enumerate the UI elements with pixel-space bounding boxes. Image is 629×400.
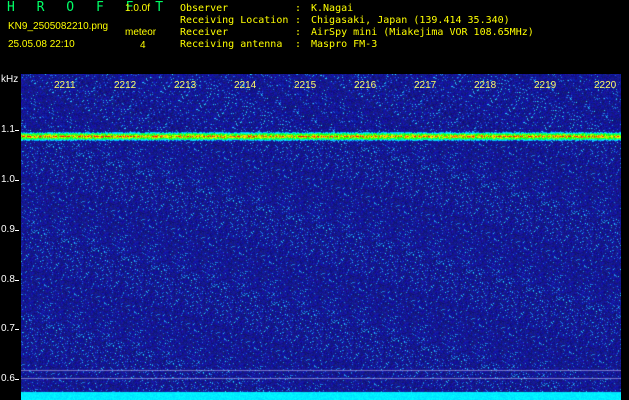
time-label-2211: 2211 <box>54 80 76 91</box>
info-row-location: Receiving Location : Chigasaki, Japan (1… <box>180 15 534 27</box>
right-margin <box>621 74 629 400</box>
y-label-0-9: 0.9 <box>1 224 15 235</box>
unit-label: kHz <box>1 74 19 85</box>
version-label: 1.0.0f <box>125 3 151 14</box>
info-row-receiver: Receiver : AirSpy mini (Miakejima VOR 10… <box>180 27 534 39</box>
time-label-2219: 2219 <box>534 80 557 91</box>
time-label-2212: 2212 <box>114 80 137 91</box>
time-label-2213: 2213 <box>174 80 197 91</box>
time-label-2218: 2218 <box>474 80 497 91</box>
y-tick <box>15 280 19 281</box>
time-label-2217: 2217 <box>414 80 437 91</box>
spectrogram-panel <box>21 74 621 400</box>
count-label: 4 <box>140 40 146 51</box>
y-tick <box>15 180 19 181</box>
info-separator: : <box>295 27 302 38</box>
station-info: Observer : K.Nagai Receiving Location : … <box>180 3 534 51</box>
info-separator: : <box>295 3 302 14</box>
info-row-observer: Observer : K.Nagai <box>180 3 534 15</box>
y-tick <box>15 130 19 131</box>
time-label-2220: 2220 <box>594 80 617 91</box>
mode-label: meteor <box>125 27 157 38</box>
time-label-2214: 2214 <box>234 80 257 91</box>
info-value: AirSpy mini (Miakejima VOR 108.65MHz) <box>311 27 534 38</box>
info-value: K.Nagai <box>311 3 354 14</box>
info-separator: : <box>295 39 302 50</box>
info-row-antenna: Receiving antenna : Maspro FM-3 <box>180 39 534 51</box>
frequency-axis <box>0 74 21 400</box>
timestamp-label: 25.05.08 22:10 <box>8 39 75 50</box>
info-label: Receiving antenna <box>180 39 283 50</box>
header-panel: H R O F F T 1.0.0f KN9_2505082210.png me… <box>0 0 629 74</box>
y-tick <box>15 230 19 231</box>
y-label-0-8: 0.8 <box>1 274 15 285</box>
y-tick <box>15 379 19 380</box>
info-label: Receiving Location <box>180 15 289 26</box>
y-label-0-6: 0.6 <box>1 373 15 384</box>
info-value: Maspro FM-3 <box>311 39 378 50</box>
time-label-2216: 2216 <box>354 80 377 91</box>
filename-label: KN9_2505082210.png <box>8 21 109 32</box>
y-tick <box>15 329 19 330</box>
time-label-2215: 2215 <box>294 80 317 91</box>
info-separator: : <box>295 15 302 26</box>
y-label-0-7: 0.7 <box>1 323 15 334</box>
info-label: Observer <box>180 3 229 14</box>
spectrogram-canvas <box>21 74 621 400</box>
y-label-1-1: 1.1 <box>1 124 15 135</box>
y-label-1-0: 1.0 <box>1 174 15 185</box>
info-label: Receiver <box>180 27 229 38</box>
info-value: Chigasaki, Japan (139.414 35.340) <box>311 15 510 26</box>
